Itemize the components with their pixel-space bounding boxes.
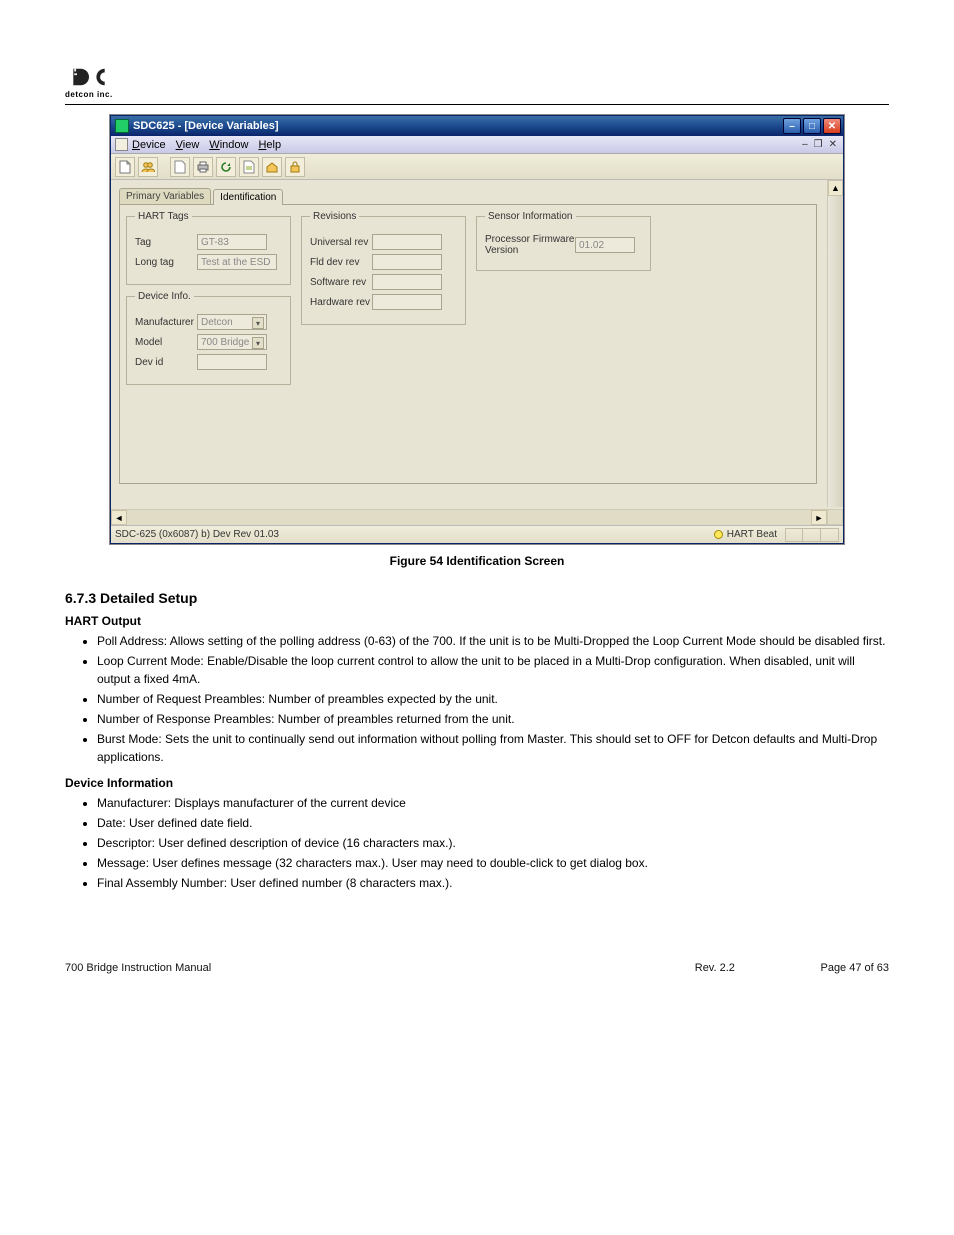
list-item: Number of Response Preambles: Number of … (97, 710, 889, 728)
brand-text: detcon inc. (65, 90, 113, 99)
menu-device[interactable]: Device (132, 139, 166, 151)
footer-left: 700 Bridge Instruction Manual (65, 962, 211, 974)
field-manufacturer[interactable]: Detcon ▾ (197, 314, 267, 330)
label-long-tag: Long tag (135, 257, 197, 268)
horizontal-scrollbar[interactable]: ◄ ► (111, 509, 827, 525)
minimize-button[interactable]: – (783, 118, 801, 134)
label-hardware-rev: Hardware rev (310, 297, 372, 308)
list-item: Manufacturer: Displays manufacturer of t… (97, 794, 889, 812)
group-hart-tags: HART Tags Tag GT-83 Long tag Test at the… (126, 211, 291, 285)
figure-caption: Figure 54 Identification Screen (65, 554, 889, 568)
group-sensor-info: Sensor Information Processor Firmware Ve… (476, 211, 651, 271)
toolbar-users-icon[interactable] (138, 157, 158, 177)
hart-beat-label: HART Beat (727, 529, 777, 540)
list-item: Number of Request Preambles: Number of p… (97, 690, 889, 708)
toolbar-doc1-icon[interactable] (170, 157, 190, 177)
brand-logo: detcon inc. (65, 65, 113, 99)
close-button[interactable]: ✕ (823, 118, 841, 134)
value-model: 700 Bridge (201, 337, 249, 348)
field-hardware-rev[interactable] (372, 294, 442, 310)
group-revisions: Revisions Universal rev Fld dev rev Soft… (301, 211, 466, 325)
field-long-tag[interactable]: Test at the ESD (197, 254, 277, 270)
detcon-logo-icon (70, 65, 108, 89)
app-icon (115, 119, 129, 133)
field-devid[interactable] (197, 354, 267, 370)
list-item: Final Assembly Number: User defined numb… (97, 874, 889, 892)
toolbar-doc2-icon[interactable] (239, 157, 259, 177)
legend-revisions: Revisions (310, 211, 359, 222)
menu-help[interactable]: Help (258, 139, 281, 151)
label-devid: Dev id (135, 357, 197, 368)
titlebar: SDC625 - [Device Variables] – □ ✕ (111, 116, 843, 136)
status-text: SDC-625 (0x6087) b) Dev Rev 01.03 (115, 529, 279, 540)
list-hart-output: Poll Address: Allows setting of the poll… (65, 632, 889, 766)
tab-page: HART Tags Tag GT-83 Long tag Test at the… (119, 204, 817, 484)
chevron-down-icon[interactable]: ▾ (252, 317, 264, 329)
list-device-information: Manufacturer: Displays manufacturer of t… (65, 794, 889, 892)
footer-rev: Rev. 2.2 (695, 962, 735, 974)
footer-page: Page 47 of 63 (820, 962, 889, 974)
status-bar: SDC-625 (0x6087) b) Dev Rev 01.03 HART B… (111, 525, 843, 543)
field-firmware-version[interactable]: 01.02 (575, 237, 635, 253)
menu-window[interactable]: Window (209, 139, 248, 151)
scroll-up-icon[interactable]: ▲ (828, 180, 843, 196)
field-universal-rev[interactable] (372, 234, 442, 250)
scroll-right-icon[interactable]: ► (811, 510, 827, 525)
list-item: Message: User defines message (32 charac… (97, 854, 889, 872)
maximize-button[interactable]: □ (803, 118, 821, 134)
window-controls: – □ ✕ (783, 116, 843, 136)
list-item: Descriptor: User defined description of … (97, 834, 889, 852)
toolbar-home-icon[interactable] (262, 157, 282, 177)
heading-detailed-setup: 6.7.3 Detailed Setup (65, 590, 889, 606)
menu-view[interactable]: View (176, 139, 200, 151)
field-model[interactable]: 700 Bridge ▾ (197, 334, 267, 350)
toolbar-new-icon[interactable] (115, 157, 135, 177)
legend-sensor-info: Sensor Information (485, 211, 576, 222)
field-tag[interactable]: GT-83 (197, 234, 267, 250)
label-software-rev: Software rev (310, 277, 372, 288)
toolbar-lock-icon[interactable] (285, 157, 305, 177)
label-firmware-version: Processor Firmware Version (485, 234, 575, 256)
list-item: Poll Address: Allows setting of the poll… (97, 632, 889, 650)
field-flddev-rev[interactable] (372, 254, 442, 270)
legend-hart-tags: HART Tags (135, 211, 192, 222)
hart-beat-lamp-icon (714, 530, 723, 539)
toolbar (111, 154, 843, 180)
list-item: Loop Current Mode: Enable/Disable the lo… (97, 652, 889, 688)
toolbar-print-icon[interactable] (193, 157, 213, 177)
client-area: Primary Variables Identification HART Ta… (111, 180, 843, 525)
field-software-rev[interactable] (372, 274, 442, 290)
scroll-corner (827, 509, 843, 525)
chevron-down-icon[interactable]: ▾ (252, 337, 264, 349)
tab-identification[interactable]: Identification (213, 189, 283, 205)
list-item: Burst Mode: Sets the unit to continually… (97, 730, 889, 766)
label-flddev-rev: Fld dev rev (310, 257, 372, 268)
label-universal-rev: Universal rev (310, 237, 372, 248)
legend-device-info: Device Info. (135, 291, 194, 302)
toolbar-refresh-icon[interactable] (216, 157, 236, 177)
window-title: SDC625 - [Device Variables] (133, 120, 279, 132)
hart-beat-indicator: HART Beat (714, 529, 777, 540)
mdi-doc-icon (115, 138, 128, 151)
scroll-track[interactable] (127, 510, 811, 525)
menu-bar: Device View Window Help – ❐ ✕ (111, 136, 843, 154)
group-device-info: Device Info. Manufacturer Detcon ▾ Model (126, 291, 291, 385)
tab-primary-variables[interactable]: Primary Variables (119, 188, 211, 204)
heading-hart-output: HART Output (65, 614, 889, 628)
label-model: Model (135, 337, 197, 348)
heading-device-information: Device Information (65, 776, 889, 790)
mdi-close-icon[interactable]: ✕ (829, 139, 837, 150)
mdi-minimize-icon[interactable]: – (802, 139, 808, 150)
status-cells (785, 528, 839, 542)
label-tag: Tag (135, 237, 197, 248)
vertical-scrollbar[interactable]: ▲ (827, 180, 843, 507)
value-manufacturer: Detcon (201, 317, 233, 328)
label-manufacturer: Manufacturer (135, 317, 197, 328)
list-item: Date: User defined date field. (97, 814, 889, 832)
scroll-left-icon[interactable]: ◄ (111, 510, 127, 525)
header-rule (65, 104, 889, 105)
mdi-restore-icon[interactable]: ❐ (814, 139, 823, 150)
app-window: SDC625 - [Device Variables] – □ ✕ Device… (110, 115, 844, 544)
